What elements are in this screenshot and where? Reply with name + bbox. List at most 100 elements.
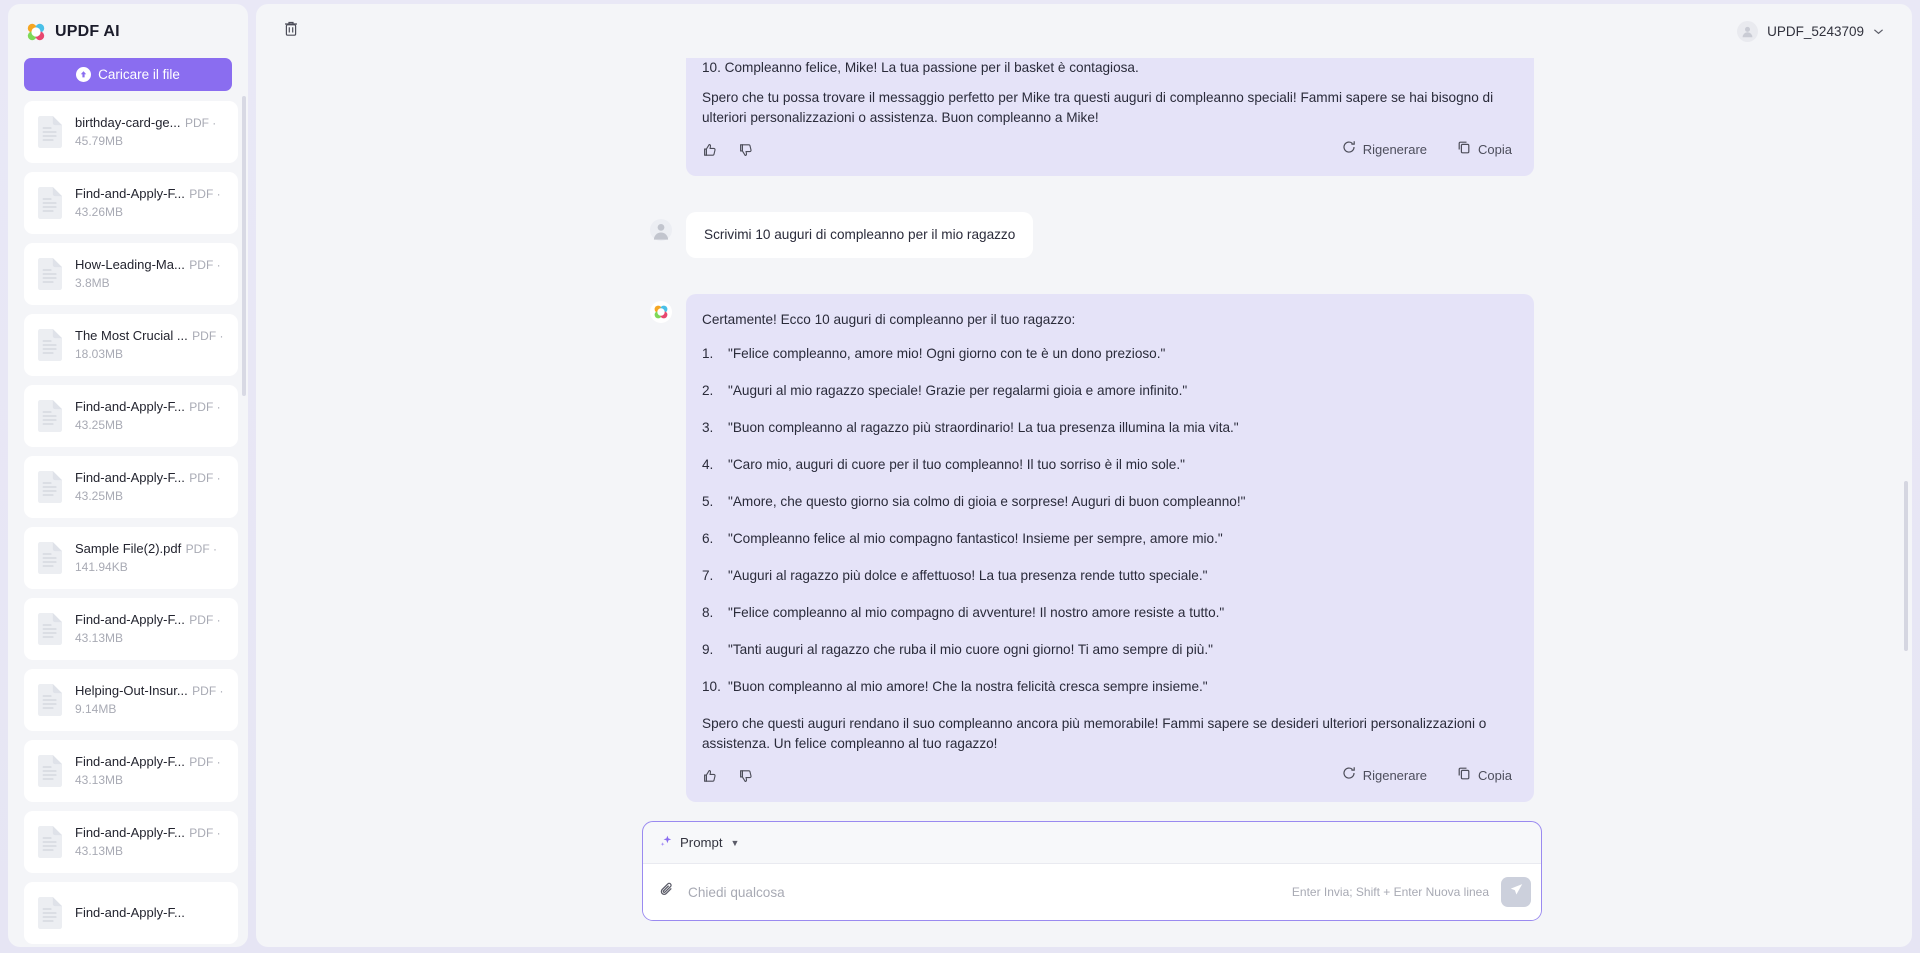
composer-wrap: Prompt ▼ Enter Invia; Shift + Enter Nuov… <box>256 821 1912 947</box>
wish-item: 8. "Felice compleanno al mio compagno di… <box>702 603 1512 623</box>
file-list-item[interactable]: Find-and-Apply-F... PDF · 43.26MB <box>24 172 238 234</box>
file-name: The Most Crucial ... <box>75 328 188 343</box>
brand-title: UPDF AI <box>55 23 120 40</box>
file-name: Helping-Out-Insur... <box>75 683 188 698</box>
file-meta: Sample File(2).pdf PDF · 141.94KB <box>75 540 226 576</box>
file-list[interactable]: birthday-card-ge... PDF · 45.79MB Find-a… <box>8 101 248 947</box>
wishes-list: 1. "Felice compleanno, amore mio! Ogni g… <box>702 344 1512 697</box>
message-user: Scrivimi 10 auguri di compleanno per il … <box>650 212 1534 258</box>
ai-intro: Certamente! Ecco 10 auguri di compleanno… <box>702 312 1076 327</box>
wish-number: 9. <box>702 642 714 657</box>
message-ai-previous: 10. Compleanno felice, Mike! La tua pass… <box>650 58 1534 176</box>
brand: UPDF AI <box>8 4 248 52</box>
trash-icon <box>283 20 299 42</box>
ai-bubble: Certamente! Ecco 10 auguri di compleanno… <box>686 294 1534 802</box>
thumbs-down-icon[interactable] <box>738 142 754 158</box>
regenerate-button[interactable]: Rigenerare <box>1342 766 1427 786</box>
wish-text: "Felice compleanno al mio compagno di av… <box>728 605 1225 620</box>
wish-number: 10. <box>702 679 721 694</box>
topbar: UPDF_5243709 <box>256 4 1912 58</box>
composer: Prompt ▼ Enter Invia; Shift + Enter Nuov… <box>642 821 1542 921</box>
send-button[interactable] <box>1501 877 1531 907</box>
sparkle-icon <box>659 834 673 851</box>
sidebar: UPDF AI Caricare il file birthday-card-g… <box>8 4 248 947</box>
caret-down-icon: ▼ <box>730 837 740 848</box>
composer-hint: Enter Invia; Shift + Enter Nuova linea <box>1291 885 1489 899</box>
file-meta: How-Leading-Ma... PDF · 3.8MB <box>75 256 226 292</box>
refresh-icon <box>1342 766 1356 786</box>
file-list-item[interactable]: Find-and-Apply-F... PDF · 43.25MB <box>24 385 238 447</box>
file-list-item[interactable]: Helping-Out-Insur... PDF · 9.14MB <box>24 669 238 731</box>
file-meta: Find-and-Apply-F... PDF · 43.13MB <box>75 753 226 789</box>
attach-file-button[interactable] <box>659 881 676 903</box>
message-ai: Certamente! Ecco 10 auguri di compleanno… <box>650 294 1534 802</box>
ai-actions: Rigenerare Copia <box>702 766 1512 792</box>
file-list-item[interactable]: birthday-card-ge... PDF · 45.79MB <box>24 101 238 163</box>
clipped-line: 10. Compleanno felice, Mike! La tua pass… <box>702 60 1139 75</box>
wish-text: "Compleanno felice al mio compagno fanta… <box>728 531 1223 546</box>
wish-text: "Auguri al mio ragazzo speciale! Grazie … <box>728 383 1188 398</box>
ask-input[interactable] <box>688 884 1280 900</box>
wish-number: 1. <box>702 346 714 361</box>
upload-file-button[interactable]: Caricare il file <box>24 58 232 91</box>
file-name: Find-and-Apply-F... <box>75 754 185 769</box>
thumbs-up-icon[interactable] <box>702 768 718 784</box>
file-meta: Find-and-Apply-F... <box>75 904 185 922</box>
copy-label: Copia <box>1478 142 1512 157</box>
composer-toolbar: Prompt ▼ <box>643 822 1541 864</box>
file-name: Find-and-Apply-F... <box>75 612 185 627</box>
pdf-file-icon <box>36 257 64 291</box>
file-meta: The Most Crucial ... PDF · 18.03MB <box>75 327 226 363</box>
paperclip-icon <box>659 881 676 903</box>
wish-text: "Felice compleanno, amore mio! Ogni gior… <box>728 346 1166 361</box>
wish-item: 3. "Buon compleanno al ragazzo più strao… <box>702 418 1512 438</box>
file-list-item[interactable]: Find-and-Apply-F... PDF · 43.13MB <box>24 811 238 873</box>
main-panel: UPDF_5243709 10. Compleanno felice, Mike… <box>256 4 1912 947</box>
wish-text: "Auguri al ragazzo più dolce e affettuos… <box>728 568 1208 583</box>
delete-conversation-button[interactable] <box>278 18 304 44</box>
copy-button[interactable]: Copia <box>1457 766 1512 786</box>
thumbs-down-icon[interactable] <box>738 768 754 784</box>
copy-button[interactable]: Copia <box>1457 140 1512 160</box>
file-list-item[interactable]: Find-and-Apply-F... PDF · 43.13MB <box>24 598 238 660</box>
user-message-text: Scrivimi 10 auguri di compleanno per il … <box>686 212 1034 258</box>
user-menu-button[interactable]: UPDF_5243709 <box>1731 17 1890 46</box>
file-list-item[interactable]: Sample File(2).pdf PDF · 141.94KB <box>24 527 238 589</box>
wish-number: 6. <box>702 531 714 546</box>
chat-scrollbar[interactable] <box>1904 481 1908 651</box>
pdf-file-icon <box>36 328 64 362</box>
chat-scroll-area[interactable]: 10. Compleanno felice, Mike! La tua pass… <box>256 58 1912 821</box>
file-list-item[interactable]: The Most Crucial ... PDF · 18.03MB <box>24 314 238 376</box>
file-meta: Find-and-Apply-F... PDF · 43.13MB <box>75 611 226 647</box>
wish-text: "Caro mio, auguri di cuore per il tuo co… <box>728 457 1185 472</box>
pdf-file-icon <box>36 754 64 788</box>
wish-number: 8. <box>702 605 714 620</box>
file-list-item[interactable]: Find-and-Apply-F... PDF · 43.25MB <box>24 456 238 518</box>
wish-number: 2. <box>702 383 714 398</box>
wish-text: "Buon compleanno al mio amore! Che la no… <box>728 679 1208 694</box>
file-meta: Find-and-Apply-F... PDF · 43.13MB <box>75 824 226 860</box>
sidebar-scrollbar[interactable] <box>242 96 246 396</box>
closing-paragraph: Spero che tu possa trovare il messaggio … <box>702 90 1494 125</box>
file-list-item[interactable]: How-Leading-Ma... PDF · 3.8MB <box>24 243 238 305</box>
pdf-file-icon <box>36 115 64 149</box>
regenerate-button[interactable]: Rigenerare <box>1342 140 1427 160</box>
ai-closing: Spero che questi auguri rendano il suo c… <box>702 716 1487 751</box>
app-root: UPDF AI Caricare il file birthday-card-g… <box>0 0 1920 953</box>
pdf-file-icon <box>36 612 64 646</box>
file-meta: Find-and-Apply-F... PDF · 43.26MB <box>75 185 226 221</box>
file-list-item[interactable]: Find-and-Apply-F... PDF · 43.13MB <box>24 740 238 802</box>
thumbs-up-icon[interactable] <box>702 142 718 158</box>
user-name-label: UPDF_5243709 <box>1767 23 1864 39</box>
chevron-down-icon <box>1873 22 1884 40</box>
file-list-item[interactable]: Find-and-Apply-F... <box>24 882 238 944</box>
pdf-file-icon <box>36 541 64 575</box>
file-meta: Find-and-Apply-F... PDF · 43.25MB <box>75 398 226 434</box>
wish-item: 6. "Compleanno felice al mio compagno fa… <box>702 529 1512 549</box>
wish-number: 5. <box>702 494 714 509</box>
file-meta: Find-and-Apply-F... PDF · 43.25MB <box>75 469 226 505</box>
file-name: Find-and-Apply-F... <box>75 905 185 920</box>
prompt-selector-button[interactable]: Prompt ▼ <box>659 834 739 851</box>
file-meta: birthday-card-ge... PDF · 45.79MB <box>75 114 226 150</box>
